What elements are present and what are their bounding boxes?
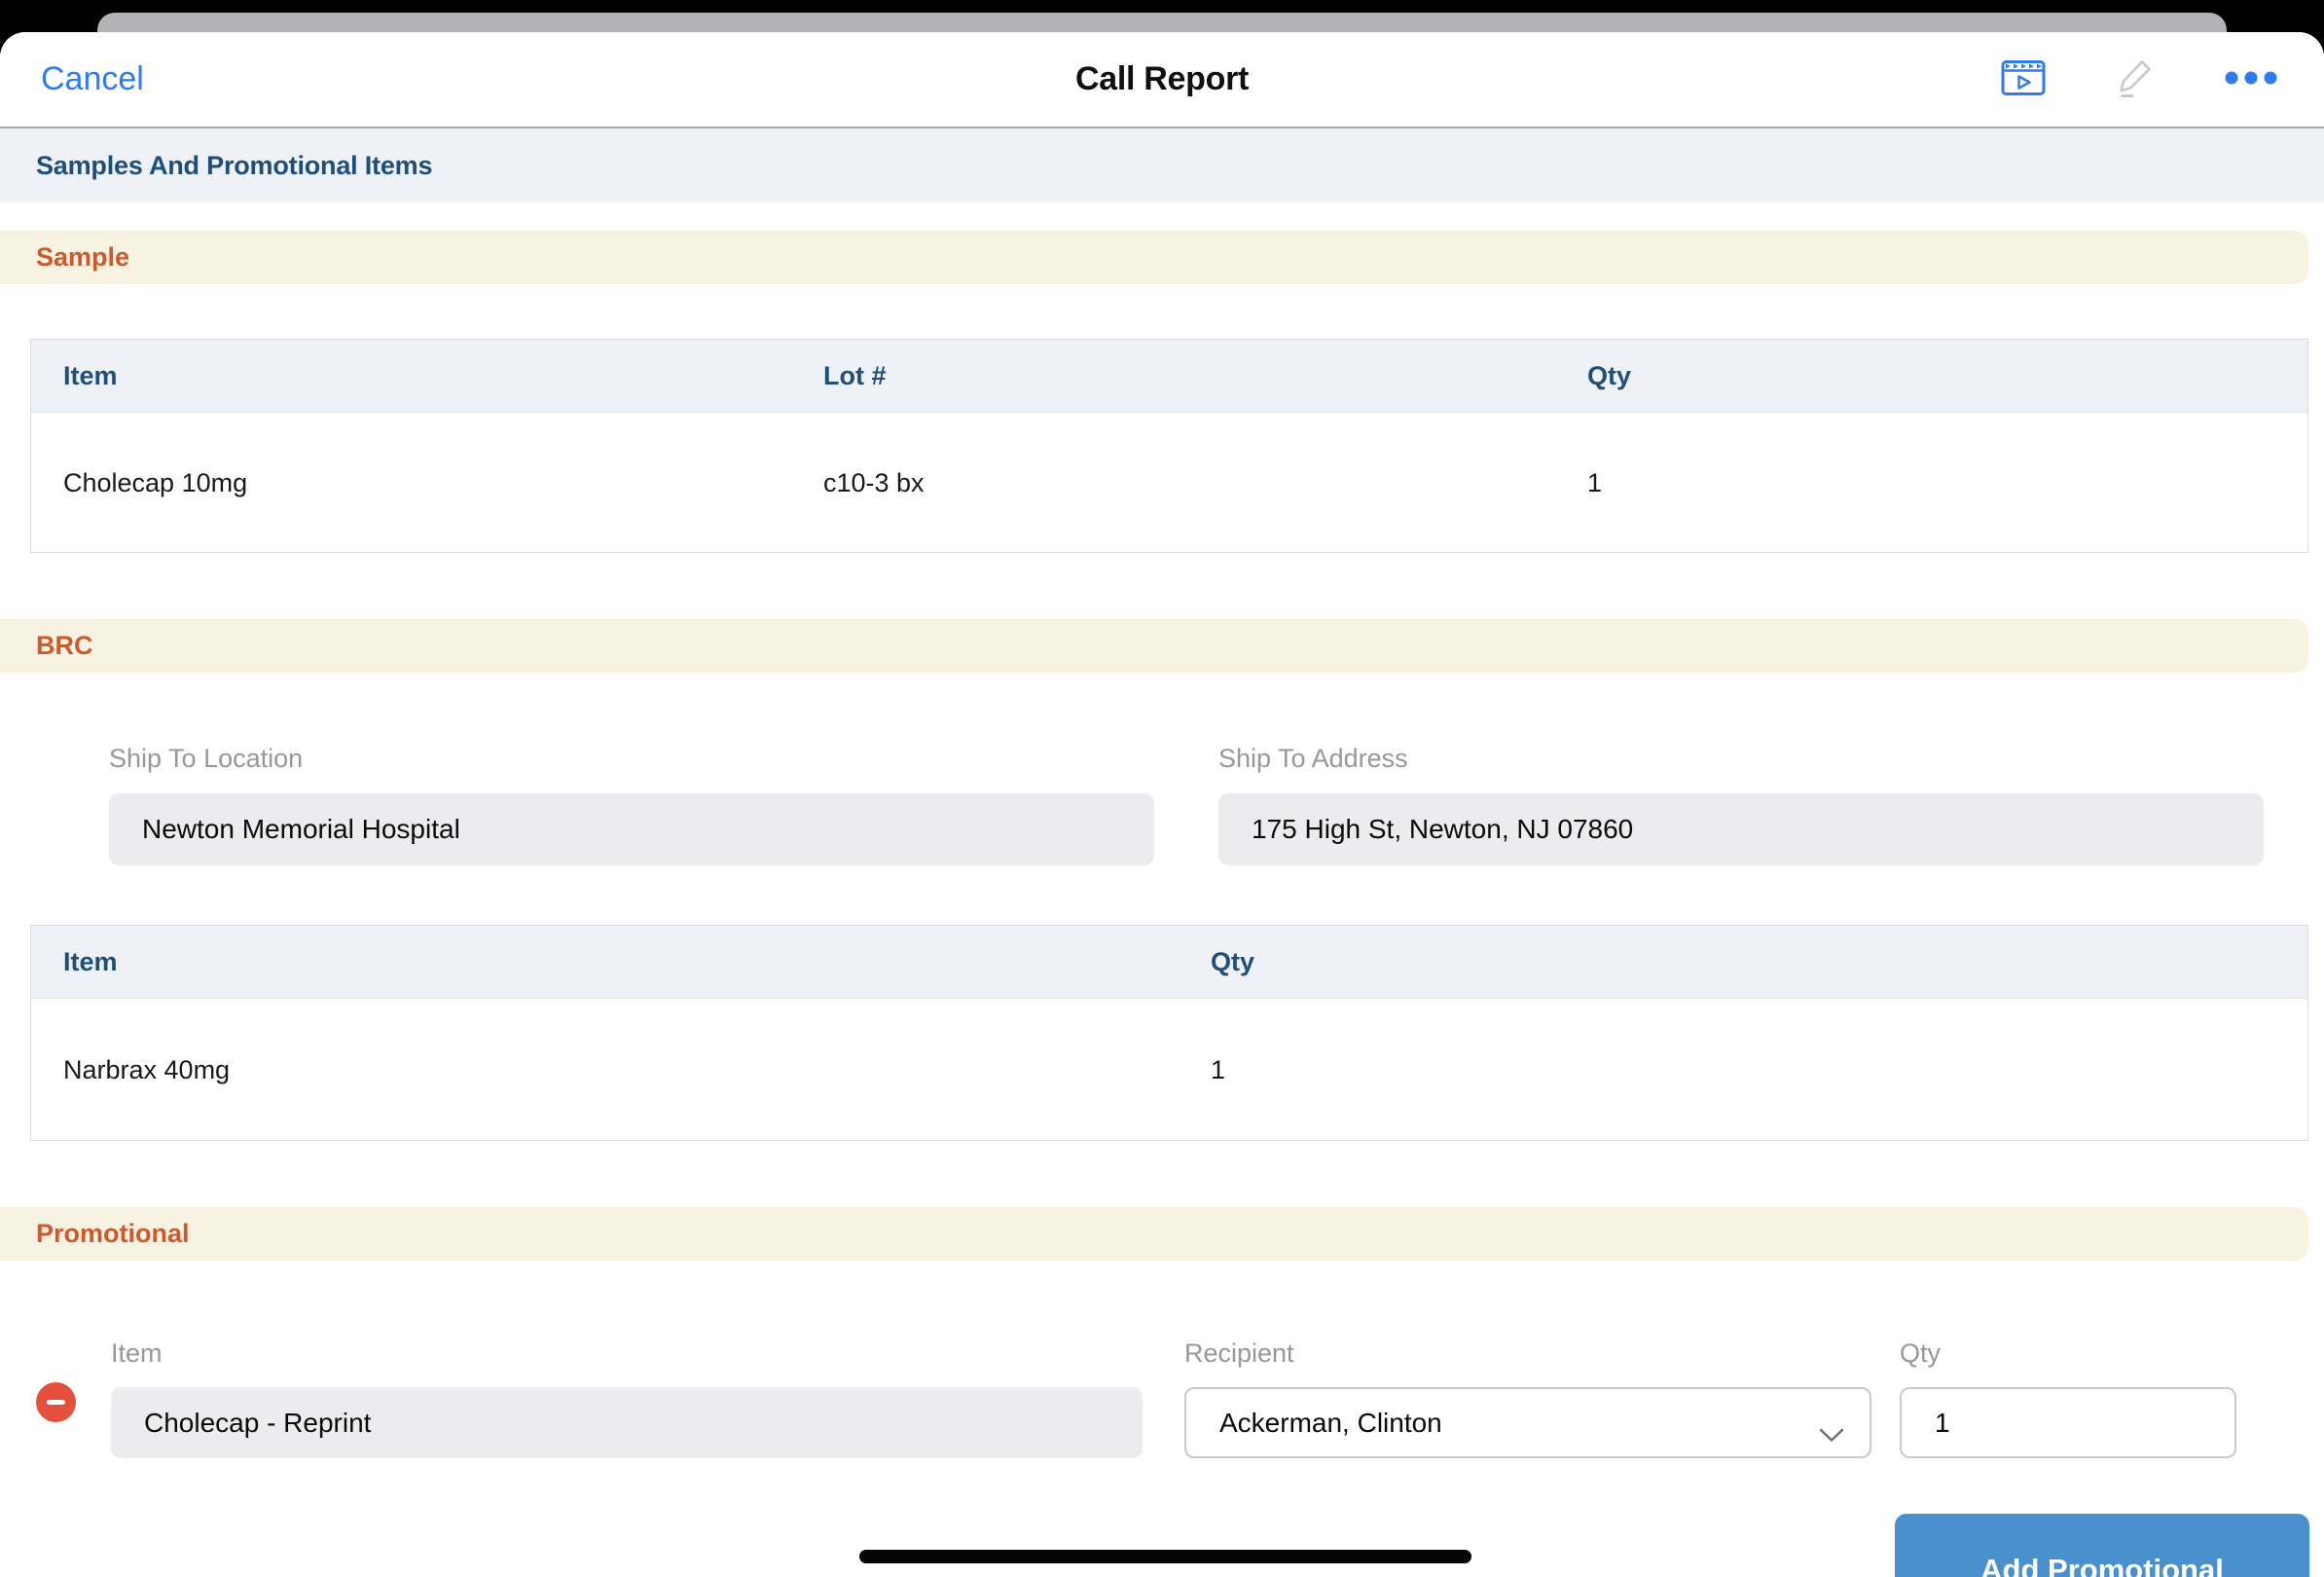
brc-section-title: BRC — [36, 631, 93, 661]
add-promotional-button[interactable]: Add Promotional — [1895, 1514, 2309, 1577]
sample-col-qty: Qty — [1555, 361, 2307, 391]
brc-item-value: Narbrax 40mg — [31, 1055, 1179, 1085]
media-button[interactable] — [2001, 59, 2046, 99]
home-indicator[interactable] — [859, 1550, 1471, 1563]
section-header-band: Samples And Promotional Items — [0, 128, 2324, 202]
sample-col-lot: Lot # — [791, 361, 1555, 391]
ship-to-address-label: Ship To Address — [1218, 744, 1408, 774]
minus-icon — [47, 1400, 65, 1405]
brc-col-qty: Qty — [1179, 947, 2307, 977]
sample-lot-value: c10-3 bx — [791, 468, 1555, 498]
sample-item-value: Cholecap 10mg — [31, 468, 791, 498]
promo-recipient-label: Recipient — [1184, 1339, 1294, 1369]
ellipsis-icon — [2225, 71, 2277, 88]
ship-to-location-label: Ship To Location — [109, 744, 303, 774]
ship-to-address-field[interactable]: 175 High St, Newton, NJ 07860 — [1218, 793, 2264, 865]
table-row[interactable]: Cholecap 10mg c10-3 bx 1 — [31, 413, 2307, 553]
navbar: Cancel Call Report — [0, 32, 2324, 128]
call-report-modal: Cancel Call Report — [0, 32, 2324, 1577]
promo-qty-label: Qty — [1900, 1339, 1941, 1369]
sample-col-item: Item — [31, 361, 791, 391]
video-clapperboard-icon — [2001, 59, 2046, 99]
promo-item-label: Item — [111, 1339, 163, 1369]
sample-section-title: Sample — [36, 242, 129, 273]
pencil-icon — [2116, 56, 2155, 102]
ship-to-location-field[interactable]: Newton Memorial Hospital — [109, 793, 1154, 865]
brc-qty-value: 1 — [1179, 1055, 2307, 1085]
promotional-section-title: Promotional — [36, 1219, 190, 1249]
promo-recipient-value: Ackerman, Clinton — [1219, 1408, 1442, 1439]
promo-recipient-select[interactable]: Ackerman, Clinton — [1184, 1387, 1871, 1458]
chevron-down-icon — [1819, 1418, 1844, 1449]
brc-table-header-row: Item Qty — [31, 926, 2307, 999]
brc-table: Item Qty Narbrax 40mg 1 — [30, 925, 2308, 1141]
more-button[interactable] — [2225, 71, 2277, 88]
navbar-actions — [2001, 32, 2277, 127]
promo-item-field[interactable]: Cholecap - Reprint — [111, 1387, 1143, 1458]
brc-section-header: BRC — [0, 619, 2308, 673]
page-title: Call Report — [0, 32, 2324, 127]
remove-promotional-button[interactable] — [36, 1382, 76, 1422]
section-header-title: Samples And Promotional Items — [36, 151, 432, 181]
sample-table: Item Lot # Qty Cholecap 10mg c10-3 bx 1 — [30, 339, 2308, 553]
sample-table-header-row: Item Lot # Qty — [31, 340, 2307, 413]
promo-qty-field[interactable]: 1 — [1900, 1387, 2236, 1458]
sample-qty-value: 1 — [1555, 468, 2307, 498]
table-row[interactable]: Narbrax 40mg 1 — [31, 999, 2307, 1141]
sample-section-header: Sample — [0, 231, 2308, 284]
brc-col-item: Item — [31, 947, 1179, 977]
promotional-section-header: Promotional — [0, 1207, 2308, 1261]
edit-button[interactable] — [2116, 56, 2155, 102]
